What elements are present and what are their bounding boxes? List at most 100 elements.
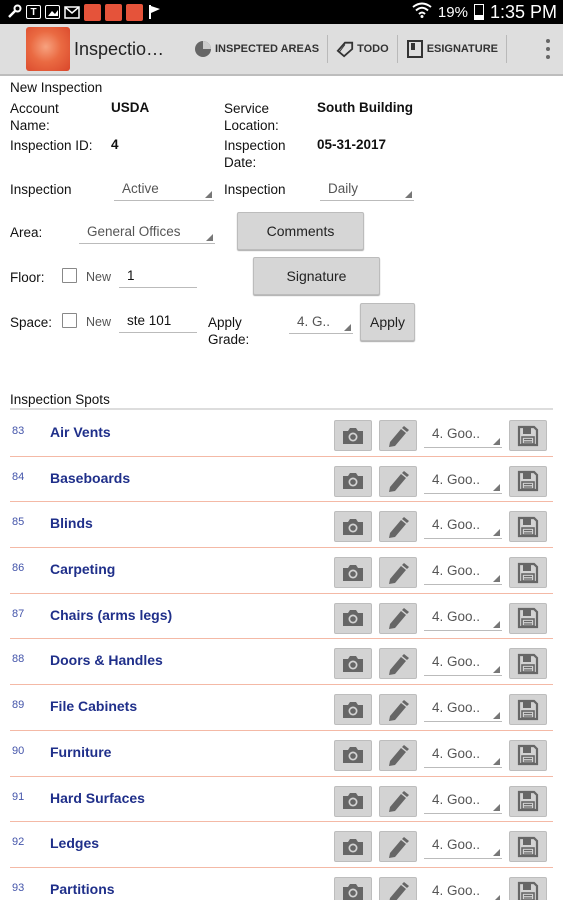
spot-name[interactable]: Partitions [50,881,115,897]
save-button[interactable] [509,511,547,543]
camera-icon [343,518,363,535]
camera-icon [343,655,363,672]
spot-grade-spinner[interactable]: 4. Goo.. [424,881,502,900]
camera-button[interactable] [334,785,372,817]
spot-name[interactable]: Air Vents [50,424,111,440]
camera-button[interactable] [334,648,372,680]
edit-button[interactable] [379,420,417,451]
pencil-icon [389,562,409,584]
save-button[interactable] [509,557,547,589]
spot-name[interactable]: Furniture [50,744,111,760]
camera-button[interactable] [334,465,372,497]
pencil-icon [389,745,409,767]
floor-new-checkbox[interactable] [62,268,77,283]
edit-button[interactable] [379,876,417,900]
spot-grade-spinner[interactable]: 4. Goo.. [424,515,502,540]
camera-button[interactable] [334,420,372,451]
edit-button[interactable] [379,557,417,589]
save-button[interactable] [509,876,547,900]
inspected-areas-label: INSPECTED AREAS [215,43,320,55]
floor-input[interactable]: 1 [119,266,197,288]
spot-row: 89 File Cabinets 4. Goo.. [10,685,553,731]
account-name-value: USDA [111,100,150,115]
apply-button[interactable]: Apply [360,303,415,341]
pencil-icon [389,653,409,675]
save-button[interactable] [509,739,547,771]
save-button[interactable] [509,785,547,817]
spot-name[interactable]: Ledges [50,835,99,851]
camera-button[interactable] [334,739,372,771]
space-new-checkbox[interactable] [62,313,77,328]
edit-button[interactable] [379,739,417,771]
floppy-disk-icon [517,471,539,492]
inspection-status-spinner[interactable]: Active [114,179,214,201]
spot-grade-spinner[interactable]: 4. Goo.. [424,698,502,723]
action-bar: Inspectio… INSPECTED AREAS TODO ESIGNATU… [0,24,563,76]
camera-button[interactable] [334,557,372,589]
signature-button[interactable]: Signature [253,257,380,295]
spot-row: 92 Ledges 4. Goo.. [10,822,553,868]
apply-grade-label: Apply Grade: [208,315,250,347]
comments-button[interactable]: Comments [237,212,364,250]
space-input[interactable]: ste 101 [119,311,197,333]
spot-name[interactable]: File Cabinets [50,698,137,714]
pie-chart-icon [194,40,212,58]
pencil-icon [389,471,409,493]
edit-button[interactable] [379,511,417,543]
camera-button[interactable] [334,602,372,634]
save-button[interactable] [509,648,547,680]
spot-number: 83 [12,425,25,437]
spot-grade-spinner[interactable]: 4. Goo.. [424,424,502,448]
spot-number: 93 [12,881,25,894]
camera-icon [343,701,363,718]
save-button[interactable] [509,694,547,726]
notification-icons: T [0,3,163,21]
spot-grade-spinner[interactable]: 4. Goo.. [424,561,502,586]
spot-number: 84 [12,470,25,483]
spot-grade-spinner[interactable]: 4. Goo.. [424,790,502,814]
clock: 1:35 PM [489,1,557,22]
apply-grade-spinner[interactable]: 4. G.. [289,312,353,334]
spot-grade-spinner[interactable]: 4. Goo.. [424,652,502,677]
edit-button[interactable] [379,694,417,726]
space-label: Space: [10,315,53,330]
spot-grade-spinner[interactable]: 4. Goo.. [424,835,502,860]
todo-button[interactable]: TODO [328,23,397,75]
spot-row: 93 Partitions 4. Goo.. [10,868,553,900]
overflow-menu-icon[interactable] [533,23,563,75]
pencil-icon [389,836,409,858]
camera-button[interactable] [334,694,372,726]
spot-grade-spinner[interactable]: 4. Goo.. [424,470,502,494]
edit-button[interactable] [379,465,417,497]
inspected-areas-button[interactable]: INSPECTED AREAS [186,23,327,75]
inspection-type-spinner[interactable]: Daily [320,179,414,201]
area-spinner[interactable]: General Offices [79,222,215,244]
floppy-disk-icon [517,516,539,537]
camera-icon [343,473,363,490]
save-button[interactable] [509,420,547,451]
save-button[interactable] [509,465,547,497]
spot-name[interactable]: Baseboards [50,470,130,486]
save-button[interactable] [509,602,547,634]
flag-icon [147,4,163,20]
esignature-button[interactable]: ESIGNATURE [398,23,506,75]
spot-name[interactable]: Chairs (arms legs) [50,607,172,623]
edit-button[interactable] [379,785,417,817]
camera-button[interactable] [334,876,372,900]
edit-button[interactable] [379,602,417,634]
camera-button[interactable] [334,511,372,543]
floppy-disk-icon [517,745,539,766]
camera-button[interactable] [334,831,372,863]
camera-icon [343,610,363,627]
spot-name[interactable]: Blinds [50,515,93,531]
spot-name[interactable]: Carpeting [50,561,115,577]
spot-grade-spinner[interactable]: 4. Goo.. [424,607,502,631]
app-logo-icon[interactable] [26,27,70,71]
spot-grade-spinner[interactable]: 4. Goo.. [424,744,502,768]
spot-name[interactable]: Hard Surfaces [50,790,145,806]
save-button[interactable] [509,831,547,863]
spot-name[interactable]: Doors & Handles [50,652,163,668]
edit-button[interactable] [379,648,417,680]
space-new-label: New [86,315,112,329]
edit-button[interactable] [379,831,417,863]
